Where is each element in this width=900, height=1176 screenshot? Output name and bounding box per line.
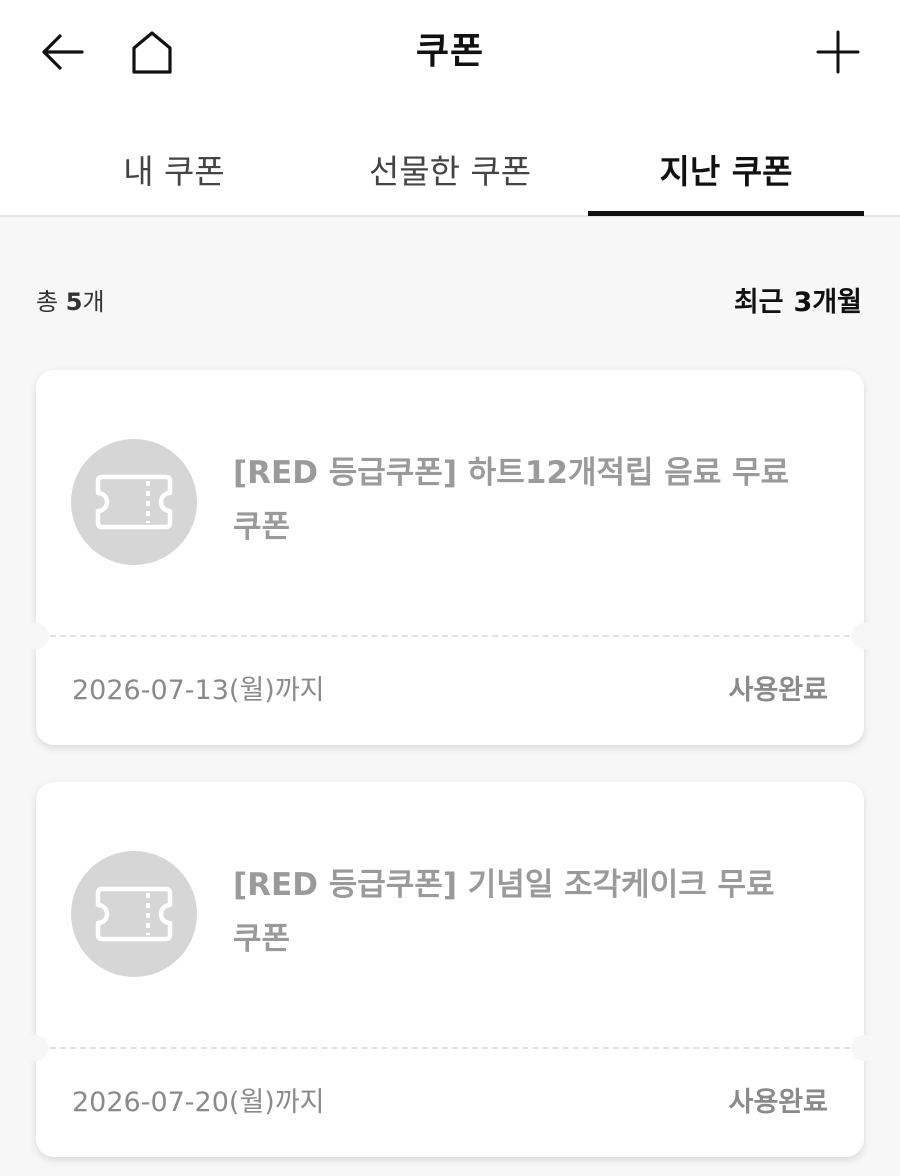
tab-my-coupons[interactable]: 내 쿠폰 bbox=[36, 130, 312, 216]
add-coupon-button[interactable] bbox=[806, 20, 870, 84]
coupon-expiry: 2026-07-20(월)까지 bbox=[72, 1087, 325, 1118]
top-header: 쿠폰 내 쿠폰 선물한 쿠폰 지난 쿠폰 bbox=[0, 0, 900, 217]
coupon-status: 사용완료 bbox=[728, 675, 828, 706]
period-value: 3개월 bbox=[793, 287, 862, 318]
coupon-card[interactable]: [RED 등급쿠폰] 하트12개적립 음료 무료 쿠폰 2026-07-13(월… bbox=[23, 370, 877, 745]
ticket-icon bbox=[71, 439, 197, 565]
dashed-divider bbox=[50, 635, 850, 637]
period-label: 최근 bbox=[733, 287, 784, 318]
coupon-card[interactable]: [RED 등급쿠폰] 기념일 조각케이크 무료 쿠폰 2026-07-20(월)… bbox=[23, 782, 877, 1157]
period-filter-button[interactable]: 최근 3개월 bbox=[734, 280, 862, 319]
total-prefix: 총 bbox=[36, 288, 59, 316]
coupon-summary: 총 5개 최근 3개월 bbox=[36, 280, 862, 319]
tab-past-coupons[interactable]: 지난 쿠폰 bbox=[588, 130, 864, 216]
ticket-notch-right bbox=[851, 623, 877, 649]
plus-icon bbox=[816, 30, 860, 74]
dashed-divider bbox=[50, 1047, 850, 1049]
page-title: 쿠폰 bbox=[415, 31, 485, 72]
ticket-icon bbox=[71, 851, 197, 977]
coupon-name: [RED 등급쿠폰] 하트12개적립 음료 무료 쿠폰 bbox=[233, 455, 790, 545]
coupon-status: 사용완료 bbox=[728, 1087, 828, 1118]
coupon-expiry: 2026-07-13(월)까지 bbox=[72, 675, 325, 706]
total-count-value: 5 bbox=[65, 288, 83, 316]
coupon-tabs: 내 쿠폰 선물한 쿠폰 지난 쿠폰 bbox=[36, 130, 864, 216]
ticket-notch-left bbox=[23, 1035, 49, 1061]
total-suffix: 개 bbox=[82, 288, 105, 316]
tab-gifted-coupons[interactable]: 선물한 쿠폰 bbox=[312, 130, 588, 216]
ticket-notch-left bbox=[23, 623, 49, 649]
total-count: 총 5개 bbox=[36, 282, 105, 317]
coupon-name: [RED 등급쿠폰] 기념일 조각케이크 무료 쿠폰 bbox=[233, 867, 775, 957]
ticket-notch-right bbox=[851, 1035, 877, 1061]
